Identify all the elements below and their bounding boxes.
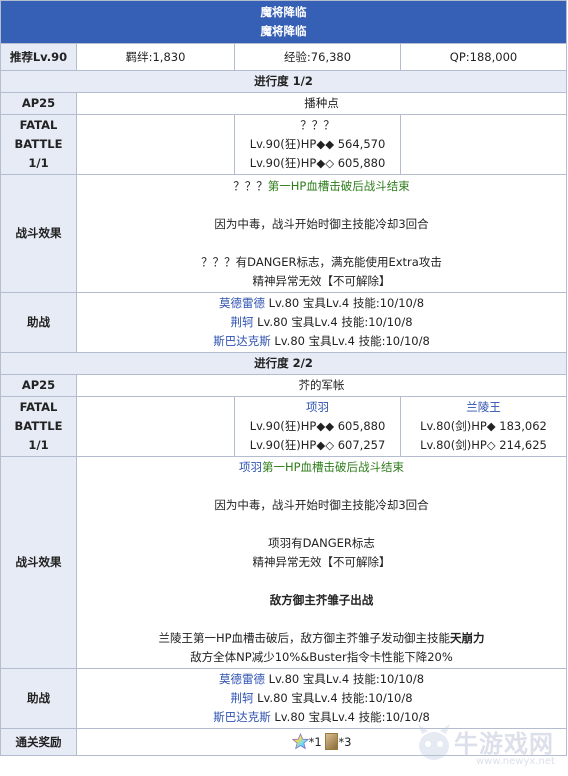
effect-line: 精神异常无效【不可解除】	[252, 555, 391, 569]
craft-essence-card-icon[interactable]	[325, 732, 339, 750]
stage1-effects: ？？？第一HP血槽击破后战斗结束 因为中毒，战斗开始时御主技能冷却3回合 ？？？…	[76, 174, 567, 293]
effect-highlight: 第一HP血槽击破后战斗结束	[261, 460, 405, 474]
quest-subtitle: 魔将降临	[260, 24, 307, 38]
rainbow-star-icon[interactable]	[291, 732, 309, 750]
reward-items: *1 *3	[76, 728, 567, 756]
stage2-enemy-1: 项羽 Lv.90(狂)HP◆◆ 605,880 Lv.90(狂)HP◆◇ 607…	[234, 396, 401, 457]
stage1-empty-slot-2	[400, 114, 567, 175]
support-entry: 荆轲 Lv.80 宝具Lv.4 技能:10/10/8	[230, 315, 413, 329]
stage2-empty-slot	[76, 396, 235, 457]
stage2-support-label: 助战	[0, 668, 77, 729]
stage1-support-label: 助战	[0, 292, 77, 353]
stage2-effects: 项羽第一HP血槽击破后战斗结束 因为中毒，战斗开始时御主技能冷却3回合 项羽有D…	[76, 456, 567, 669]
reward-label: 通关奖励	[0, 728, 77, 756]
effect-highlight: 第一HP血槽击破后战斗结束	[267, 178, 410, 193]
enemy-hp: Lv.90(狂)HP◆◇ 607,257	[249, 438, 386, 452]
quest-title: 魔将降临	[260, 5, 307, 19]
reward-count: *3	[338, 734, 352, 749]
stage1-empty-slot-1	[76, 114, 235, 175]
effect-line: 项羽有DANGER标志	[268, 536, 375, 550]
stage2-support-list: 莫德雷德 Lv.80 宝具Lv.4 技能:10/10/8 荆轲 Lv.80 宝具…	[76, 668, 567, 729]
stage1-effects-label: 战斗效果	[0, 174, 77, 293]
enemy-hp: Lv.80(剑)HP◆ 183,062	[420, 419, 547, 433]
enemy-hp: Lv.90(狂)HP◆◆ 605,880	[249, 419, 386, 433]
master-skill-name: 天崩力	[450, 631, 485, 645]
support-servant-link[interactable]: 荆轲	[230, 315, 253, 329]
quest-header: 魔将降临 魔将降临	[0, 0, 567, 44]
effect-target-link[interactable]: 项羽	[239, 460, 262, 474]
support-servant-link[interactable]: 荆轲	[230, 691, 253, 705]
enemy-name-link[interactable]: 项羽	[237, 398, 398, 417]
support-servant-link[interactable]: 莫德雷德	[219, 672, 265, 686]
effect-line: 敌方御主芥雏子出战	[269, 593, 374, 607]
support-servant-link[interactable]: 斯巴达克斯	[213, 710, 271, 724]
support-entry: 莫德雷德 Lv.80 宝具Lv.4 技能:10/10/8	[218, 672, 425, 686]
bond-value: 羁绊:1,830	[76, 43, 235, 71]
stage1-progress: 进行度 1/2	[0, 70, 567, 93]
stage2-enemy-2: 兰陵王 Lv.80(剑)HP◆ 183,062 Lv.80(剑)HP◇ 214,…	[400, 396, 567, 457]
reward-count: *1	[308, 734, 322, 749]
effect-line: 敌方全体NP减少10%&Buster指令卡性能下降20%	[190, 650, 453, 664]
watermark-url: www.newyx.net	[476, 756, 555, 767]
stage1-fatal-label: FATAL BATTLE 1/1	[0, 114, 77, 175]
stage2-fatal-label: FATAL BATTLE 1/1	[0, 396, 77, 457]
stage1-location: 播种点	[76, 92, 567, 115]
enemy-name: ？？？	[300, 118, 335, 132]
stage2-ap: AP25	[0, 374, 77, 397]
qp-value: QP:188,000	[400, 43, 567, 71]
stage2-progress: 进行度 2/2	[0, 352, 567, 375]
support-entry: 斯巴达克斯 Lv.80 宝具Lv.4 技能:10/10/8	[213, 710, 430, 724]
support-servant-link[interactable]: 莫德雷德	[219, 296, 265, 310]
stage2-location: 芥的军帐	[76, 374, 567, 397]
enemy-name-link[interactable]: 兰陵王	[403, 398, 564, 417]
quest-table: 魔将降临 魔将降临 推荐Lv.90 羁绊:1,830 经验:76,380 QP:…	[0, 0, 567, 756]
effect-line: 因为中毒，战斗开始时御主技能冷却3回合	[214, 498, 429, 512]
effect-line: 兰陵王第一HP血槽击破后，敌方御主芥雏子发动御主技能	[158, 631, 451, 645]
stage1-ap: AP25	[0, 92, 77, 115]
exp-value: 经验:76,380	[234, 43, 401, 71]
stage1-enemy: ？？？ Lv.90(狂)HP◆◆ 564,570 Lv.90(狂)HP◆◇ 60…	[234, 114, 401, 175]
effect-line: 精神异常无效【不可解除】	[252, 273, 391, 288]
support-entry: 莫德雷德 Lv.80 宝具Lv.4 技能:10/10/8	[218, 296, 425, 310]
support-entry: 荆轲 Lv.80 宝具Lv.4 技能:10/10/8	[230, 691, 413, 705]
enemy-hp: Lv.90(狂)HP◆◇ 605,880	[249, 156, 386, 170]
stage2-effects-label: 战斗效果	[0, 456, 77, 669]
stage1-support-list: 莫德雷德 Lv.80 宝具Lv.4 技能:10/10/8 荆轲 Lv.80 宝具…	[76, 292, 567, 353]
enemy-hp: Lv.90(狂)HP◆◆ 564,570	[249, 137, 386, 151]
effect-line: ？？？有DANGER标志，满充能使用Extra攻击	[201, 254, 442, 269]
effect-line: 因为中毒，战斗开始时御主技能冷却3回合	[214, 216, 429, 231]
effect-target: ？？？	[233, 178, 268, 193]
support-servant-link[interactable]: 斯巴达克斯	[213, 334, 271, 348]
recommended-level: 推荐Lv.90	[0, 43, 77, 71]
enemy-hp: Lv.80(剑)HP◇ 214,625	[420, 438, 547, 452]
support-entry: 斯巴达克斯 Lv.80 宝具Lv.4 技能:10/10/8	[213, 334, 430, 348]
